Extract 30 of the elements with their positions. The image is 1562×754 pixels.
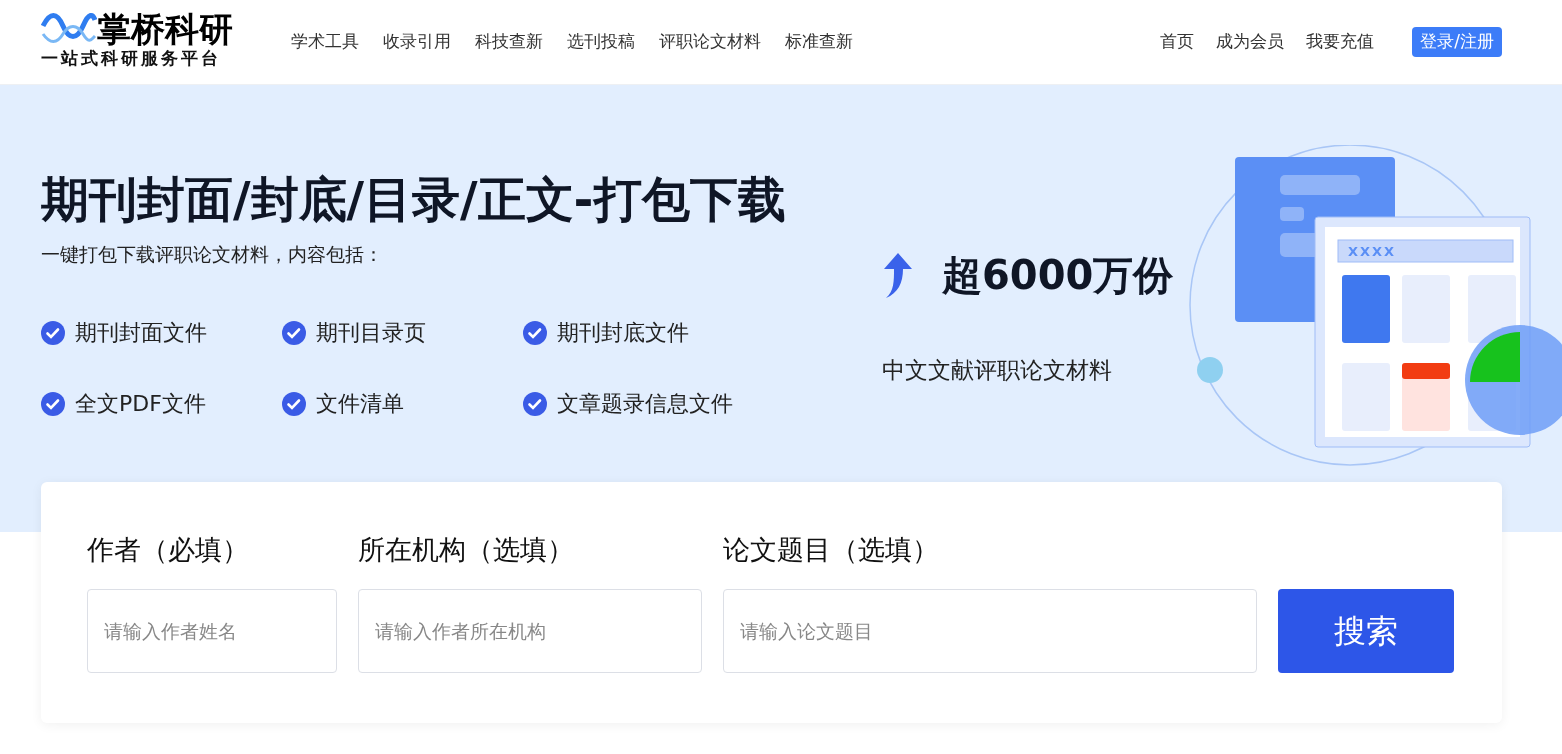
nav-link[interactable]: 评职论文材料 bbox=[659, 29, 761, 55]
nav-link[interactable]: 学术工具 bbox=[291, 29, 359, 55]
feature-label: 文章题录信息文件 bbox=[557, 390, 733, 419]
logo-slogan: 一站式科研服务平台 bbox=[41, 47, 222, 71]
stat-number: 超6000万份 bbox=[942, 251, 1174, 300]
logo-text: 掌桥科研 bbox=[97, 12, 233, 47]
input-field[interactable]: 请输入作者所在机构 bbox=[358, 588, 702, 673]
input-field[interactable]: 请输入作者姓名 bbox=[87, 588, 337, 673]
field-label: 作者（必填） bbox=[87, 533, 250, 567]
stat-caption: 中文文献评职论文材料 bbox=[882, 356, 1113, 385]
hero-title: 期刊封面/封底/目录/正文-打包下载 bbox=[41, 173, 787, 226]
feature-label: 期刊封底文件 bbox=[557, 319, 689, 348]
nav-link[interactable]: 标准查新 bbox=[785, 29, 853, 55]
feature-label: 期刊封面文件 bbox=[75, 319, 207, 348]
field-label: 所在机构（选填） bbox=[358, 533, 575, 567]
input-field[interactable]: 请输入论文题目 bbox=[723, 588, 1257, 673]
login-button[interactable]: 登录/注册 bbox=[1412, 27, 1502, 57]
nav-link[interactable]: 我要充值 bbox=[1306, 29, 1375, 55]
feature-label: 期刊目录页 bbox=[316, 319, 426, 348]
search-button[interactable]: 搜索 bbox=[1278, 588, 1454, 673]
nav-link[interactable]: 首页 bbox=[1160, 29, 1195, 55]
nav-link[interactable]: 收录引用 bbox=[383, 29, 451, 55]
feature-label: 全文PDF文件 bbox=[75, 390, 206, 419]
feature-label: 文件清单 bbox=[316, 390, 404, 419]
up-arrow-icon bbox=[882, 251, 914, 299]
field-label: 论文题目（选填） bbox=[723, 533, 940, 567]
hero-subtitle: 一键打包下载评职论文材料，内容包括： bbox=[41, 241, 383, 267]
nav-link[interactable]: 选刊投稿 bbox=[567, 29, 635, 55]
nav-link[interactable]: 科技查新 bbox=[475, 29, 543, 55]
nav-link[interactable]: 成为会员 bbox=[1216, 29, 1285, 55]
